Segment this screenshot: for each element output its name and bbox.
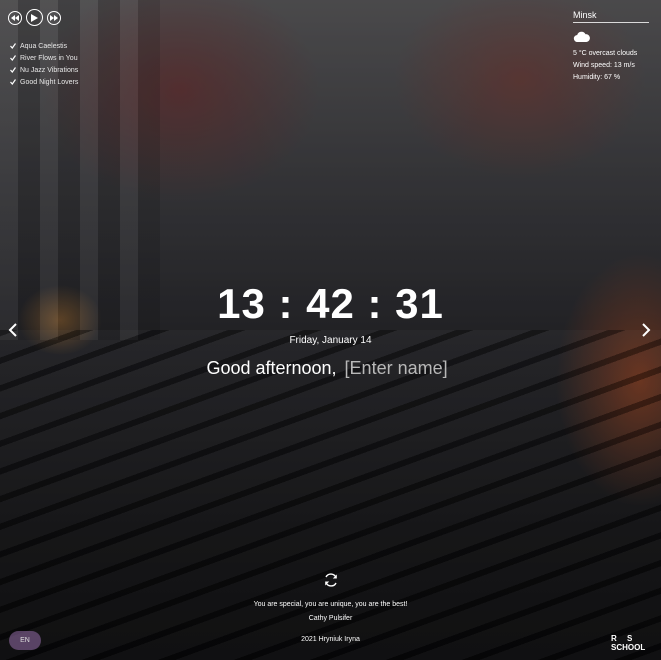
wind-speed: Wind speed: 13 m/s (573, 62, 635, 69)
name-input[interactable] (344, 358, 455, 379)
check-icon (10, 55, 16, 61)
background-overlay (0, 0, 661, 660)
playlist-item[interactable]: River Flows in You (10, 52, 78, 64)
footer-credit: 2021 Hryniuk Iryna (301, 636, 360, 643)
play-icon (31, 13, 38, 22)
prev-track-button[interactable] (8, 10, 22, 25)
cloud-icon (573, 31, 590, 43)
track-title: Aqua Caelestis (20, 42, 68, 50)
quote-text: You are special, you are unique, you are… (253, 601, 408, 608)
audio-player (8, 9, 61, 26)
svg-text:R: R (611, 634, 617, 643)
track-title: River Flows in You (20, 54, 78, 62)
check-icon (10, 67, 16, 73)
greeting-text: Good afternoon, (206, 358, 337, 378)
svg-text:S: S (627, 634, 633, 643)
playlist-item[interactable]: Good Night Lovers (10, 76, 78, 88)
check-icon (10, 43, 16, 49)
city-input[interactable]: Minsk (573, 10, 649, 23)
weather-description: 5 °C overcast clouds (573, 50, 638, 57)
play-button[interactable] (26, 9, 43, 26)
humidity: Humidity: 67 % (573, 74, 621, 81)
svg-text:SCHOOL: SCHOOL (611, 643, 645, 652)
playlist-item[interactable]: Aqua Caelestis (10, 40, 78, 52)
clock-date: Friday, January 14 (289, 335, 372, 346)
prev-icon (11, 14, 19, 21)
playlist-item[interactable]: Nu Jazz Vibrations (10, 64, 78, 76)
track-title: Good Night Lovers (20, 78, 79, 86)
track-title: Nu Jazz Vibrations (20, 66, 79, 74)
refresh-icon[interactable] (323, 572, 339, 588)
quote-author: Cathy Pulsifer (308, 615, 353, 622)
next-track-button[interactable] (47, 10, 61, 25)
rs-school-logo-mark: R S SCHOOL (611, 634, 645, 652)
playlist: Aqua Caelestis River Flows in You Nu Jaz… (10, 40, 78, 88)
greeting-container: Good afternoon, (0, 358, 661, 379)
clock-time: 13 : 42 : 31 (217, 280, 444, 327)
weather-widget: Minsk 5 °C overcast clouds Wind speed: 1… (573, 10, 649, 81)
next-icon (50, 14, 58, 21)
rs-school-logo[interactable]: R S SCHOOL (610, 633, 652, 653)
check-icon (10, 79, 16, 85)
